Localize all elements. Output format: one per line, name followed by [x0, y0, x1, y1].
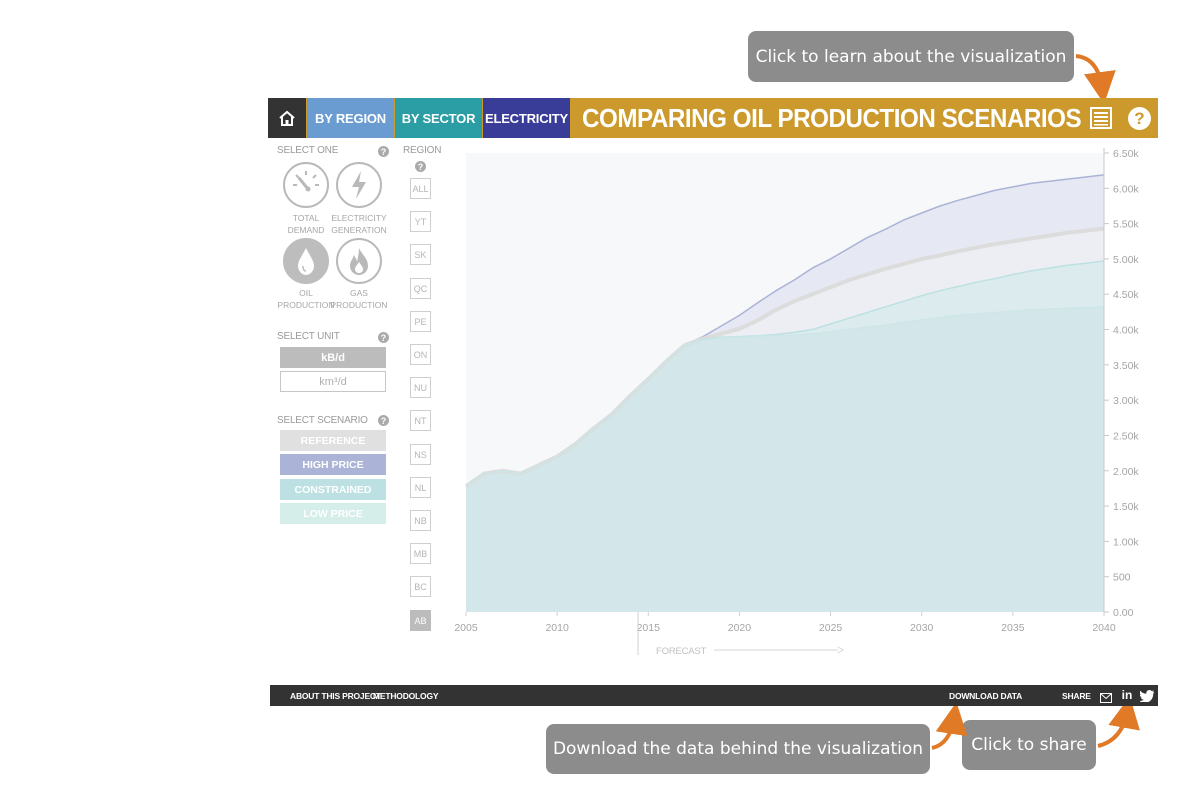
total-demand-button[interactable] [283, 162, 329, 208]
region-button-mb[interactable]: MB [410, 543, 431, 564]
twitter-share-button[interactable] [1139, 689, 1154, 703]
download-data-link[interactable]: DOWNLOAD DATA [949, 685, 1022, 706]
scenario-constrained-button[interactable]: CONSTRAINED [280, 479, 386, 500]
home-icon [279, 110, 295, 126]
electricity-generation-button[interactable] [336, 162, 382, 208]
gas-production-button[interactable] [336, 238, 382, 284]
select-scenario-help-icon[interactable]: ? [378, 415, 389, 426]
linkedin-share-button[interactable]: in [1120, 688, 1134, 702]
region-button-ns[interactable]: NS [410, 444, 431, 465]
y-tick-label: 4.50k [1113, 289, 1139, 301]
x-tick-label: 2030 [910, 622, 934, 634]
x-tick-label: 2035 [1001, 622, 1025, 634]
arrow-share [1097, 696, 1140, 748]
oil-drop-icon [298, 248, 314, 275]
share-label: SHARE [1062, 690, 1091, 701]
region-button-all[interactable]: ALL [410, 178, 431, 199]
tab-electricity[interactable]: ELECTRICITY [483, 98, 570, 138]
home-button[interactable] [268, 98, 306, 138]
top-navigation-bar: BY REGION BY SECTOR ELECTRICITY COMPARIN… [268, 98, 1158, 138]
region-button-on[interactable]: ON [410, 344, 431, 365]
total-demand-caption-line2: DEMAND [287, 225, 325, 235]
y-tick-label: 4.00k [1113, 325, 1139, 337]
y-tick-label: 5.50k [1113, 219, 1139, 231]
lightning-icon [352, 171, 366, 199]
y-tick-label: 3.00k [1113, 395, 1139, 407]
y-tick-label: 1.50k [1113, 501, 1139, 513]
help-icon: ? [1134, 108, 1145, 128]
forecast-arrow-head [837, 646, 845, 654]
x-tick-label: 2020 [728, 622, 752, 634]
gas-production-caption-line1: GAS [350, 288, 368, 298]
y-tick-label: 6.00k [1113, 183, 1139, 195]
flame-icon [350, 248, 368, 275]
region-button-nu[interactable]: NU [410, 377, 431, 398]
total-demand-caption: TOTAL DEMAND [276, 212, 336, 236]
unit-km3d-button[interactable]: km³/d [280, 371, 386, 392]
forecast-label: FORECAST [656, 646, 707, 657]
oil-production-caption-line1: OIL [299, 288, 313, 298]
region-button-sk[interactable]: SK [410, 244, 431, 265]
y-tick-label: 3.50k [1113, 360, 1139, 372]
gas-production-caption-line2: PRODUCTION [330, 300, 388, 310]
list-icon [1090, 107, 1112, 129]
x-tick-label: 2015 [637, 622, 661, 634]
oil-production-caption: OIL PRODUCTION [276, 287, 336, 311]
twitter-icon [1139, 690, 1154, 703]
y-tick-label: 2.00k [1113, 466, 1139, 478]
select-one-help-icon[interactable]: ? [378, 146, 389, 157]
region-button-ab[interactable]: AB [410, 610, 431, 631]
x-tick-label: 2010 [545, 622, 569, 634]
arrow-learn [1075, 54, 1116, 104]
region-button-nt[interactable]: NT [410, 410, 431, 431]
region-button-nb[interactable]: NB [410, 510, 431, 531]
electricity-generation-caption-line2: GENERATION [331, 225, 387, 235]
tab-by-sector[interactable]: BY SECTOR [395, 98, 482, 138]
region-button-pe[interactable]: PE [410, 311, 431, 332]
x-tick-label: 2025 [819, 622, 843, 634]
select-scenario-label: SELECT SCENARIO [277, 415, 368, 426]
region-button-yt[interactable]: YT [410, 211, 431, 232]
oil-production-chart: 0.00 500 1.00k 1.50k 2.00k 2.50k 3.00k 3.50k 4.0… [454, 148, 1139, 657]
about-project-link[interactable]: ABOUT THIS PROJECT [290, 685, 381, 706]
region-button-bc[interactable]: BC [410, 576, 431, 597]
arrow-download [931, 702, 968, 750]
oil-production-button[interactable] [283, 238, 329, 284]
linkedin-icon: in [1121, 688, 1133, 702]
gas-production-caption: GAS PRODUCTION [329, 287, 389, 311]
about-button[interactable] [1090, 107, 1112, 129]
select-unit-help-icon[interactable]: ? [378, 332, 389, 343]
tab-by-region[interactable]: BY REGION [307, 98, 394, 138]
y-tick-label: 6.50k [1113, 148, 1139, 160]
scenario-high-price-button[interactable]: HIGH PRICE [280, 454, 386, 475]
total-demand-caption-line1: TOTAL [292, 213, 320, 223]
region-help-icon[interactable]: ? [415, 161, 426, 172]
scenario-low-price-button[interactable]: LOW PRICE [280, 503, 386, 524]
region-button-qc[interactable]: QC [410, 278, 431, 299]
region-label: REGION [403, 145, 442, 156]
email-share-button[interactable] [1100, 690, 1112, 703]
select-unit-label: SELECT UNIT [277, 331, 340, 342]
region-button-nl[interactable]: NL [410, 477, 431, 498]
y-tick-label: 1.00k [1113, 536, 1139, 548]
scenario-reference-button[interactable]: REFERENCE [280, 430, 386, 451]
electricity-generation-caption-line1: ELECTRICITY [331, 213, 387, 223]
x-tick-label: 2005 [454, 622, 478, 634]
y-tick-label: 5.00k [1113, 254, 1139, 266]
select-one-label: SELECT ONE [277, 145, 339, 156]
gauge-icon [293, 171, 319, 192]
oil-production-caption-line2: PRODUCTION [277, 300, 335, 310]
y-tick-label: 0.00 [1113, 607, 1134, 619]
y-tick-label: 500 [1113, 572, 1131, 584]
x-tick-label: 2040 [1092, 622, 1116, 634]
y-tick-label: 2.50k [1113, 430, 1139, 442]
footer-bar: ABOUT THIS PROJECT METHODOLOGY DOWNLOAD … [270, 685, 1158, 706]
page-title: COMPARING OIL PRODUCTION SCENARIOS [582, 102, 1082, 133]
methodology-link[interactable]: METHODOLOGY [373, 685, 439, 706]
electricity-generation-caption: ELECTRICITY GENERATION [329, 212, 389, 236]
help-button[interactable]: ? [1128, 107, 1151, 130]
unit-kbd-button[interactable]: kB/d [280, 347, 386, 368]
email-icon [1100, 693, 1112, 703]
